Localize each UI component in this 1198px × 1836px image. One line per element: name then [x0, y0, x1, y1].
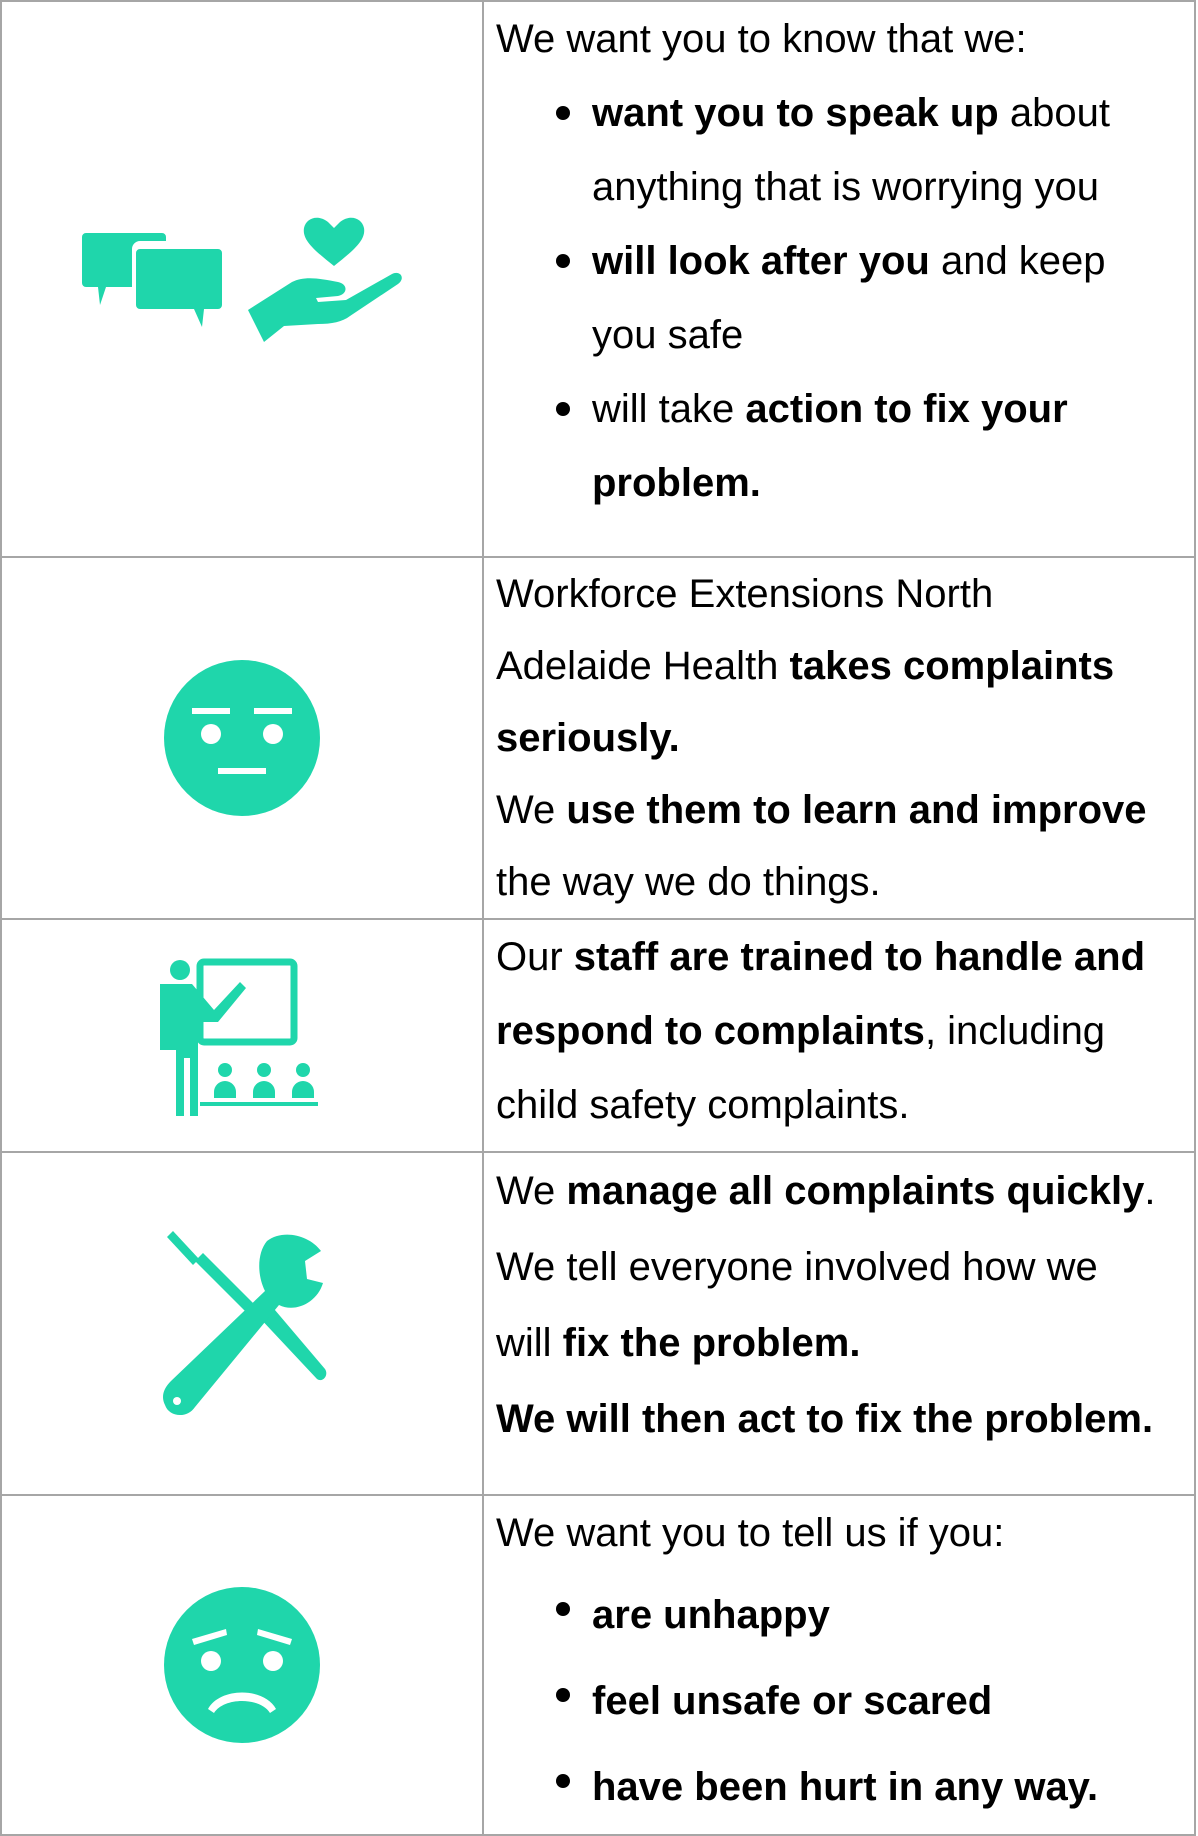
list-item: want you to speak up about anything that … [496, 76, 1194, 224]
list-item: will take action to fix your problem. [496, 372, 1194, 520]
list-item: feel unsafe or scared [496, 1658, 1194, 1744]
text-cell: Our staff are trained to handle and respo… [482, 918, 1196, 1153]
speech-bubbles-icon [82, 233, 222, 327]
bullet-list: are unhappy feel unsafe or scared have b… [496, 1570, 1194, 1830]
intro-text: We want you to know that we: [496, 17, 1027, 61]
complaints-info-table: We want you to know that we: want you to… [0, 0, 1196, 1836]
icon-cell [0, 1151, 484, 1496]
icon-cell [0, 1494, 484, 1836]
bullet-list: want you to speak up about anything that … [496, 76, 1194, 520]
table-row: We want you to tell us if you: are unhap… [0, 1494, 1196, 1836]
worried-face-icon [164, 1587, 320, 1743]
icon-cell [0, 0, 484, 558]
teacher-presentation-icon [160, 958, 318, 1116]
hand-heart-icon [248, 217, 402, 342]
tools-screwdriver-wrench-icon [163, 1230, 327, 1415]
list-item: have been hurt in any way. [496, 1744, 1194, 1830]
text-cell: We want you to know that we: want you to… [482, 0, 1196, 558]
text-cell: We want you to tell us if you: are unhap… [482, 1494, 1196, 1836]
icon-cell [0, 918, 484, 1153]
list-item: will look after you and keep you safe [496, 224, 1194, 372]
text-cell: Workforce Extensions North Adelaide Healt… [482, 556, 1196, 920]
list-item: are unhappy [496, 1572, 1194, 1658]
table-row: We want you to know that we: want you to… [0, 0, 1196, 558]
table-row: We manage all complaints quickly. We tell… [0, 1151, 1196, 1496]
text-cell: We manage all complaints quickly. We tell… [482, 1151, 1196, 1496]
table-row: Our staff are trained to handle and respo… [0, 918, 1196, 1153]
neutral-face-icon [164, 660, 320, 816]
icon-cell [0, 556, 484, 920]
table-row: Workforce Extensions North Adelaide Healt… [0, 556, 1196, 920]
intro-text: We want you to tell us if you: [496, 1511, 1005, 1555]
